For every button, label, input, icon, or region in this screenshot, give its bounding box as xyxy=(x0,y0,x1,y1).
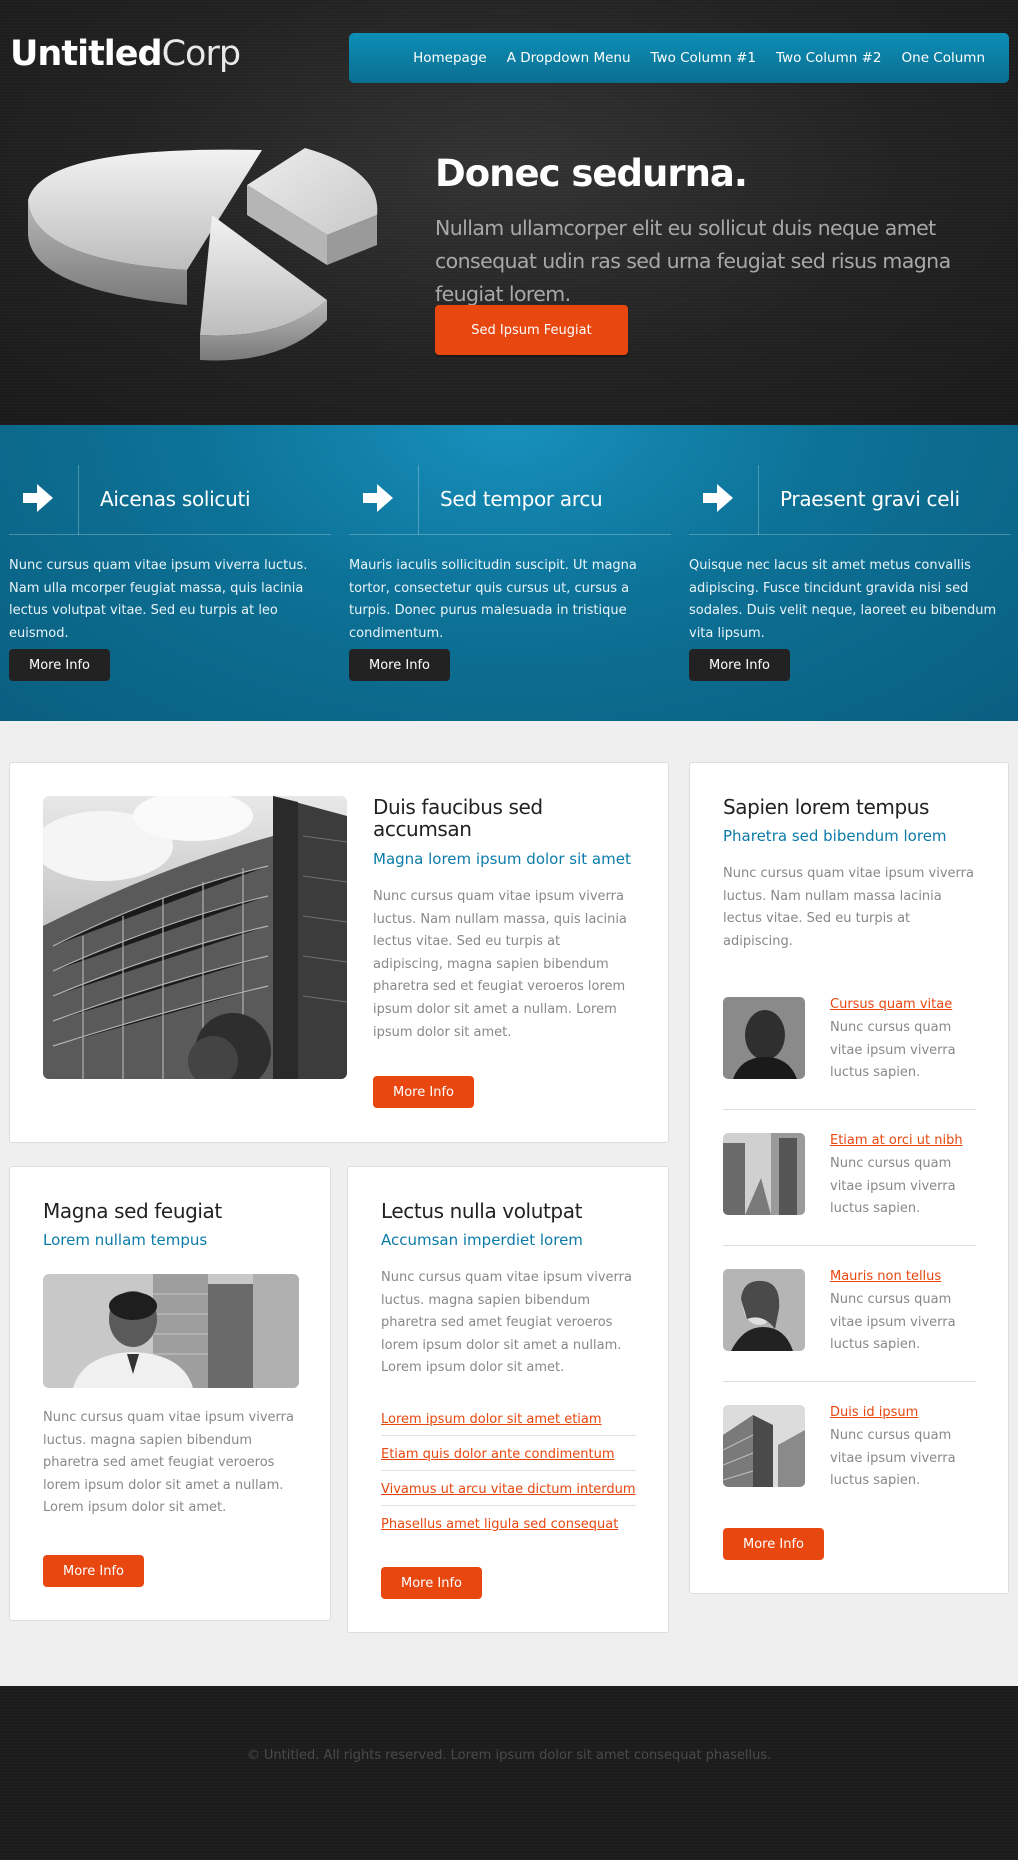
feature-header: Aicenas solicuti xyxy=(9,465,331,535)
main-nav: Homepage A Dropdown Menu Two Column #1 T… xyxy=(349,33,1009,83)
header-hero: UntitledCorp Homepage A Dropdown Menu Tw… xyxy=(0,0,1018,425)
building-image xyxy=(43,796,347,1079)
lectus-title: Lectus nulla volutpat xyxy=(381,1199,583,1223)
sidebar-item-link[interactable]: Mauris non tellus xyxy=(830,1269,941,1284)
lectus-link-item: Vivamus ut arcu vitae dictum interdum xyxy=(381,1471,636,1506)
features-band: Aicenas solicuti Nunc cursus quam vitae … xyxy=(0,425,1018,721)
sidebar-separator xyxy=(723,1245,976,1246)
lectus-box: Lectus nulla volutpat Accumsan imperdiet… xyxy=(347,1166,669,1633)
lectus-link[interactable]: Vivamus ut arcu vitae dictum interdum xyxy=(381,1482,636,1497)
feature-text: Nunc cursus quam vitae ipsum viverra luc… xyxy=(9,558,308,641)
feature-1: Aicenas solicuti Nunc cursus quam vitae … xyxy=(9,465,331,645)
sidebar-item-link[interactable]: Etiam at orci ut nibh xyxy=(830,1133,963,1148)
hero-cta-button[interactable]: Sed Ipsum Feugiat xyxy=(435,305,628,355)
feature-text: Quisque nec lacus sit amet metus convall… xyxy=(689,558,997,641)
main-article-box: Duis faucibus sed accumsan Magna lorem i… xyxy=(9,762,669,1143)
hero-text: Nullam ullamcorper elit eu sollicut duis… xyxy=(435,216,951,306)
magna-subtitle: Lorem nullam tempus xyxy=(43,1231,208,1249)
magna-text: Nunc cursus quam vitae ipsum viverra luc… xyxy=(43,1410,294,1516)
woman-phone-thumbnail[interactable] xyxy=(723,1269,805,1351)
article-title: Duis faucibus sed accumsan xyxy=(373,795,543,841)
sidebar-item-text: Nunc cursus quam vitae ipsum viverra luc… xyxy=(830,1428,956,1488)
lectus-link-item: Lorem ipsum dolor sit amet etiam xyxy=(381,1401,636,1436)
lectus-link[interactable]: Phasellus amet ligula sed consequat xyxy=(381,1517,618,1532)
sidebar-separator xyxy=(723,1109,976,1110)
magna-content: Magna sed feugiat Lorem nullam tempus xyxy=(43,1200,303,1249)
sidebar-text: Nunc cursus quam vitae ipsum viverra luc… xyxy=(723,866,974,949)
sidebar-link-text[interactable]: Mauris non tellus xyxy=(830,1269,941,1284)
sidebar-link-text[interactable]: Cursus quam vitae xyxy=(830,997,952,1012)
sidebar-subtitle: Pharetra sed bibendum lorem xyxy=(723,827,947,845)
arrow-right-icon xyxy=(363,484,393,512)
lectus-link-item: Phasellus amet ligula sed consequat xyxy=(381,1506,636,1541)
feature-title: Praesent gravi celi xyxy=(780,487,960,511)
sidebar-item-link[interactable]: Cursus quam vitae xyxy=(830,997,952,1012)
sidebar-more-info-button[interactable]: More Info xyxy=(723,1528,824,1560)
article-more-info-button[interactable]: More Info xyxy=(373,1076,474,1108)
man-image xyxy=(43,1274,299,1388)
copyright-text: © Untitled. All rights reserved. Lorem i… xyxy=(246,1748,772,1763)
feature-3: Praesent gravi celi Quisque nec lacus si… xyxy=(689,465,1011,645)
lectus-link[interactable]: Lorem ipsum dolor sit amet etiam xyxy=(381,1412,602,1427)
lectus-link[interactable]: Etiam quis dolor ante condimentum xyxy=(381,1447,614,1462)
logo[interactable]: UntitledCorp xyxy=(10,34,241,74)
article-text: Nunc cursus quam vitae ipsum viverra luc… xyxy=(373,889,627,1040)
feature-divider xyxy=(758,465,759,535)
feature-title: Sed tempor arcu xyxy=(440,487,603,511)
street-image xyxy=(723,1133,805,1215)
logo-light: Corp xyxy=(161,34,241,74)
feature-text: Mauris iaculis sollicitudin suscipit. Ut… xyxy=(349,558,637,641)
sidebar-separator xyxy=(723,1381,976,1382)
sidebar-link-text[interactable]: Etiam at orci ut nibh xyxy=(830,1133,963,1148)
pie-chart-graphic xyxy=(28,148,378,361)
nav-item-two-column-2[interactable]: Two Column #2 xyxy=(776,50,882,66)
arrow-right-icon xyxy=(703,484,733,512)
skyscraper-image xyxy=(723,1405,805,1487)
feature-divider xyxy=(78,465,79,535)
sidebar-content: Sapien lorem tempus Pharetra sed bibendu… xyxy=(723,796,978,953)
feature-title: Aicenas solicuti xyxy=(100,487,251,511)
magna-more-info-button[interactable]: More Info xyxy=(43,1555,144,1587)
nav-item-homepage[interactable]: Homepage xyxy=(413,50,487,66)
feature-divider xyxy=(418,465,419,535)
nav-item-dropdown-menu[interactable]: A Dropdown Menu xyxy=(507,50,631,66)
sidebar-item-link[interactable]: Duis id ipsum xyxy=(830,1405,918,1420)
nav-item-one-column[interactable]: One Column xyxy=(902,50,985,66)
sidebar-item-text: Nunc cursus quam vitae ipsum viverra luc… xyxy=(830,1020,956,1080)
skyscraper-thumbnail[interactable] xyxy=(723,1405,805,1487)
hero-title: Donec sedurna. xyxy=(435,152,748,195)
main-article-content: Duis faucibus sed accumsan Magna lorem i… xyxy=(373,796,633,1044)
portrait-image xyxy=(723,997,805,1079)
street-thumbnail[interactable] xyxy=(723,1133,805,1215)
woman-image xyxy=(723,1269,805,1351)
logo-bold: Untitled xyxy=(10,34,163,74)
feature-1-more-info-button[interactable]: More Info xyxy=(9,649,110,681)
sidebar-title: Sapien lorem tempus xyxy=(723,795,930,819)
footer: © Untitled. All rights reserved. Lorem i… xyxy=(0,1686,1018,1860)
feature-2-more-info-button[interactable]: More Info xyxy=(349,649,450,681)
lectus-link-item: Etiam quis dolor ante condimentum xyxy=(381,1436,636,1471)
lectus-subtitle: Accumsan imperdiet lorem xyxy=(381,1231,583,1249)
magna-box: Magna sed feugiat Lorem nullam tempus Nu… xyxy=(9,1166,331,1621)
lectus-more-info-button[interactable]: More Info xyxy=(381,1567,482,1599)
sidebar-item-text: Nunc cursus quam vitae ipsum viverra luc… xyxy=(830,1156,956,1216)
feature-3-more-info-button[interactable]: More Info xyxy=(689,649,790,681)
feature-header: Sed tempor arcu xyxy=(349,465,671,535)
feature-2: Sed tempor arcu Mauris iaculis sollicitu… xyxy=(349,465,671,645)
lectus-text: Nunc cursus quam vitae ipsum viverra luc… xyxy=(381,1270,632,1376)
sidebar-item-text: Nunc cursus quam vitae ipsum viverra luc… xyxy=(830,1292,956,1352)
building-photo xyxy=(43,796,347,1079)
article-subtitle: Magna lorem ipsum dolor sit amet xyxy=(373,850,631,868)
arrow-right-icon xyxy=(23,484,53,512)
portrait-thumbnail[interactable] xyxy=(723,997,805,1079)
feature-header: Praesent gravi celi xyxy=(689,465,1011,535)
nav-item-two-column-1[interactable]: Two Column #1 xyxy=(651,50,757,66)
magna-title: Magna sed feugiat xyxy=(43,1199,222,1223)
sidebar-link-text[interactable]: Duis id ipsum xyxy=(830,1405,918,1420)
man-photo xyxy=(43,1274,299,1388)
lectus-content: Lectus nulla volutpat Accumsan imperdiet… xyxy=(381,1200,641,1380)
sidebar-box: Sapien lorem tempus Pharetra sed bibendu… xyxy=(689,762,1009,1594)
